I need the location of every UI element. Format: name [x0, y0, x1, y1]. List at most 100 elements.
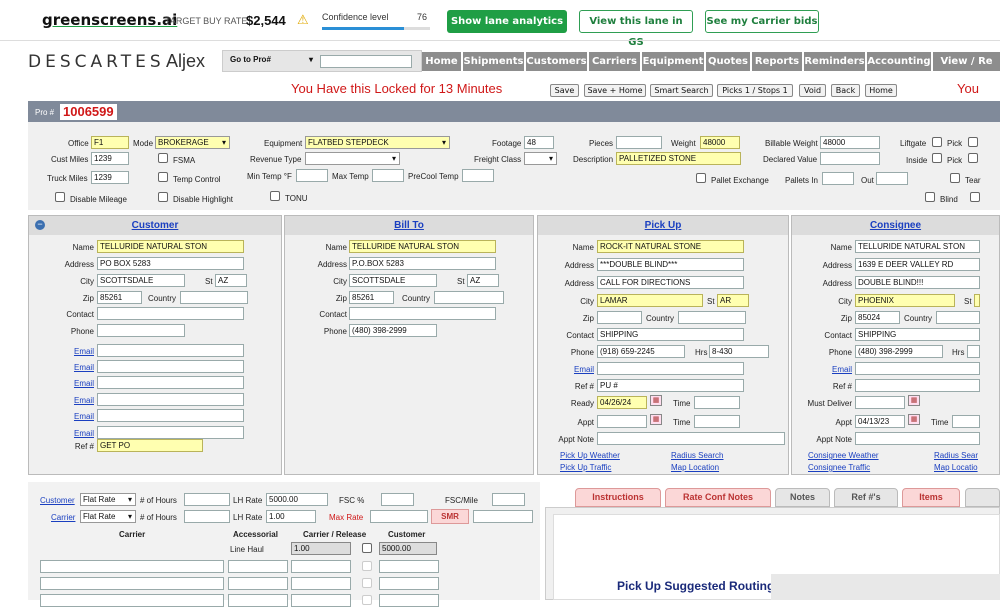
billto-zip-input[interactable]: 85261 [349, 291, 394, 304]
liftgate-pick-checkbox[interactable] [932, 137, 942, 147]
smr-input[interactable] [473, 510, 533, 523]
pickup-ready-time-input[interactable] [694, 396, 740, 409]
nav-equipment[interactable]: Equipment [642, 52, 704, 71]
pickup-radius-search-link[interactable]: Radius Search [671, 451, 723, 460]
customer-email-link[interactable]: Email [40, 396, 94, 405]
pickup-appt-calendar-icon[interactable]: ▦ [650, 414, 662, 425]
liftgate-drop-checkbox[interactable] [968, 137, 978, 147]
consignee-title-link[interactable]: Consignee [870, 220, 921, 231]
billto-city-input[interactable]: SCOTTSDALE [349, 274, 437, 287]
consignee-appt-note-input[interactable] [855, 432, 980, 445]
customer-rate-type-select[interactable]: Flat Rate ▾ [80, 493, 136, 506]
pickup-city-input[interactable]: LAMAR [597, 294, 703, 307]
consignee-phone-input[interactable]: (480) 398-2999 [855, 345, 943, 358]
customer-name-input[interactable]: TELLURIDE NATURAL STON [97, 240, 244, 253]
fsc-percent-input[interactable] [381, 493, 414, 506]
pickup-email-link[interactable]: Email [538, 365, 594, 374]
customer-email-input[interactable] [97, 393, 244, 406]
consignee-city-input[interactable]: PHOENIX [855, 294, 955, 307]
nav-reports[interactable]: Reports [752, 52, 802, 71]
pickup-address2-input[interactable]: CALL FOR DIRECTIONS [597, 276, 744, 289]
pickup-ready-input[interactable]: 04/26/24 [597, 396, 647, 409]
accessorial-name-input[interactable] [228, 560, 288, 573]
tab-instructions[interactable]: Instructions [575, 488, 661, 507]
customer-zip-input[interactable]: 85261 [97, 291, 142, 304]
nav-customers[interactable]: Customers [526, 52, 587, 71]
office-input[interactable]: F1 [91, 136, 129, 149]
consignee-traffic-link[interactable]: Consignee Traffic [808, 463, 870, 472]
tab-more[interactable] [965, 488, 1000, 507]
action-save-home-button[interactable]: Save + Home [584, 84, 646, 97]
consignee-map-location-link[interactable]: Map Locatio [934, 463, 978, 472]
consignee-email-input[interactable] [855, 362, 980, 375]
line-haul-release-checkbox[interactable] [362, 543, 372, 553]
accessorial-carrier-input[interactable] [40, 577, 224, 590]
consignee-appt-time-input[interactable] [952, 415, 980, 428]
tonu-checkbox[interactable] [270, 191, 280, 201]
pickup-ready-calendar-icon[interactable]: ▦ [650, 395, 662, 406]
smr-button[interactable]: SMR [431, 509, 469, 524]
carrier-rate-link[interactable]: Carrier [51, 513, 75, 522]
accessorial-release-checkbox[interactable] [362, 595, 372, 605]
accessorial-carrier-input[interactable] [40, 560, 224, 573]
customer-city-input[interactable]: SCOTTSDALE [97, 274, 185, 287]
consignee-appt-input[interactable]: 04/13/23 [855, 415, 905, 428]
action-smart-search-button[interactable]: Smart Search [650, 84, 713, 97]
accessorial-customer-amount-input[interactable] [379, 577, 439, 590]
billto-country-input[interactable] [434, 291, 504, 304]
nav-quotes[interactable]: Quotes [706, 52, 750, 71]
billto-address-input[interactable]: P.O.BOX 5283 [349, 257, 496, 270]
pickup-contact-input[interactable]: SHIPPING [597, 328, 744, 341]
customer-email-link[interactable]: Email [40, 363, 94, 372]
billable-weight-input[interactable]: 48000 [820, 136, 880, 149]
consignee-zip-input[interactable]: 85024 [855, 311, 900, 324]
disable-highlight-checkbox[interactable] [158, 192, 168, 202]
tab-items[interactable]: Items [902, 488, 960, 507]
accessorial-carrier-amount-input[interactable] [291, 594, 351, 607]
accessorial-carrier-amount-input[interactable] [291, 577, 351, 590]
carrier-hours-input[interactable] [184, 510, 230, 523]
nav-carriers[interactable]: Carriers [589, 52, 640, 71]
inside-drop-checkbox[interactable] [968, 153, 978, 163]
pallet-exchange-checkbox[interactable] [696, 173, 706, 183]
revenue-type-select[interactable]: ▾ [305, 152, 400, 165]
billto-phone-input[interactable]: (480) 398-2999 [349, 324, 437, 337]
carrier-rate-type-select[interactable]: Flat Rate ▾ [80, 510, 136, 523]
consignee-name-input[interactable]: TELLURIDE NATURAL STON [855, 240, 980, 253]
customer-email-input[interactable] [97, 409, 244, 422]
pickup-appt-time-input[interactable] [694, 415, 740, 428]
customer-email-input[interactable] [97, 360, 244, 373]
weight-input[interactable]: 48000 [700, 136, 740, 149]
min-temp-input[interactable] [296, 169, 328, 182]
line-haul-customer-input[interactable]: 5000.00 [379, 542, 437, 555]
action-back-button[interactable]: Back [831, 84, 860, 97]
nav-view-re[interactable]: View / Re [933, 52, 1000, 71]
action-void-button[interactable]: Void [799, 84, 826, 97]
consignee-address2-input[interactable]: DOUBLE BLIND!!! [855, 276, 980, 289]
pickup-phone-input[interactable]: (918) 659-2245 [597, 345, 685, 358]
pickup-appt-note-input[interactable] [597, 432, 785, 445]
show-lane-analytics-button[interactable]: Show lane analytics [447, 10, 567, 33]
action-save-button[interactable]: Save [550, 84, 579, 97]
tab-notes[interactable]: Notes [775, 488, 830, 507]
carrier-lh-rate-input[interactable]: 1.00 [266, 510, 316, 523]
customer-rate-link[interactable]: Customer [40, 496, 75, 505]
customer-phone-input[interactable] [97, 324, 185, 337]
goto-pro-input[interactable] [320, 55, 412, 68]
billto-name-input[interactable]: TELLURIDE NATURAL STON [349, 240, 496, 253]
customer-email-input[interactable] [97, 426, 244, 439]
consignee-must-deliver-calendar-icon[interactable]: ▦ [908, 395, 920, 406]
nav-reminders[interactable]: Reminders [804, 52, 865, 71]
goto-pro-select[interactable]: Go to Pro# ▾ [228, 54, 316, 67]
action-home-button[interactable]: Home [865, 84, 897, 97]
consignee-must-deliver-input[interactable] [855, 396, 905, 409]
pickup-appt-input[interactable] [597, 415, 647, 428]
accessorial-release-checkbox[interactable] [362, 578, 372, 588]
greenscreens-logo[interactable]: greenscreens.ai [42, 11, 177, 29]
accessorial-carrier-input[interactable] [40, 594, 224, 607]
consignee-address-input[interactable]: 1639 E DEER VALLEY RD [855, 258, 980, 271]
action-picks-1-stops-1-button[interactable]: Picks 1 / Stops 1 [717, 84, 793, 97]
pickup-weather-link[interactable]: Pick Up Weather [560, 451, 620, 460]
accessorial-release-checkbox[interactable] [362, 561, 372, 571]
accessorial-customer-amount-input[interactable] [379, 560, 439, 573]
